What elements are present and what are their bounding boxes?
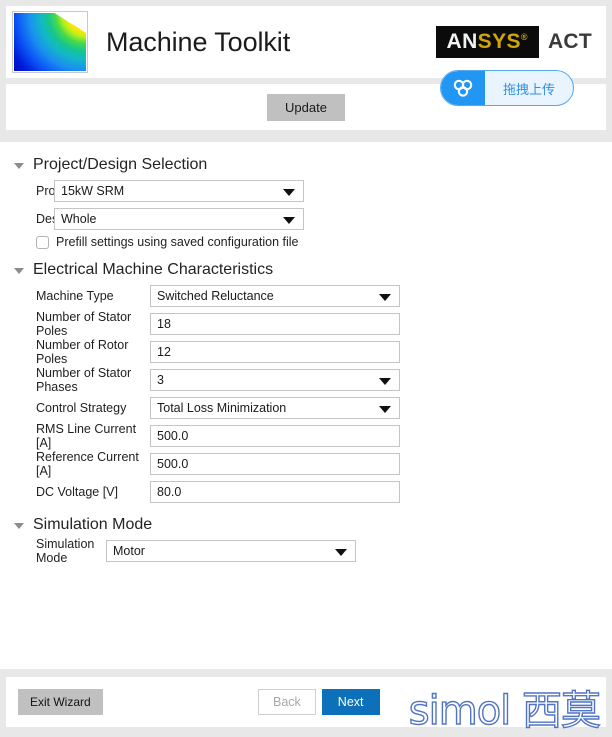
- label-reference-current: Reference Current [A]: [36, 449, 139, 478]
- ansys-logo: ANSYS®: [435, 26, 539, 58]
- wizard-footer: Exit Wizard Back Next simol 西莫: [6, 677, 606, 732]
- label-rms-line-current: RMS Line Current [A]: [36, 421, 137, 450]
- input-dc-voltage[interactable]: 80.0: [150, 480, 400, 503]
- input-rms-line-current-value: 500.0: [157, 428, 189, 443]
- input-number-of-stator-poles[interactable]: 18: [150, 312, 400, 335]
- act-label: ACT: [547, 30, 592, 53]
- next-button[interactable]: Next: [321, 689, 380, 715]
- cloud-upload-icon: [441, 71, 485, 105]
- upload-button-label: 拖拽上传: [502, 82, 555, 98]
- dropdown-simulation-mode-value: Motor: [113, 543, 145, 558]
- contour-plot-thumbnail-icon: [12, 11, 88, 73]
- section-title: Simulation Mode: [33, 516, 153, 533]
- dropdown-simulation-mode[interactable]: Motor: [106, 539, 356, 562]
- form-row-rms-line-current: RMS Line Current [A] 500.0: [0, 421, 612, 450]
- form-row-number-of-stator-phases: Number of Stator Phases 3: [0, 365, 612, 394]
- dropdown-machine-type-value: Switched Reluctance: [157, 288, 274, 303]
- section-title: Project/Design Selection: [33, 156, 208, 173]
- triangle-down-icon[interactable]: [14, 163, 24, 169]
- dropdown-design-value: Whole: [61, 211, 97, 226]
- update-button[interactable]: Update: [267, 93, 345, 121]
- dropdown-design[interactable]: Whole: [54, 207, 304, 230]
- section-header-electrical-machine-characteristics[interactable]: Electrical Machine Characteristics: [0, 261, 612, 279]
- dropdown-machine-type[interactable]: Switched Reluctance: [150, 284, 400, 307]
- ansys-logo-trademark: ®: [520, 32, 528, 42]
- label-number-of-stator-poles: Number of Stator Poles: [36, 309, 132, 338]
- chevron-down-icon[interactable]: [283, 216, 295, 224]
- section-simulation-mode: Simulation Mode Simulation Mode Motor: [0, 516, 612, 565]
- label-design: Design: [0, 212, 75, 226]
- section-header-simulation-mode[interactable]: Simulation Mode: [0, 516, 612, 534]
- dropdown-number-of-stator-phases[interactable]: 3: [150, 368, 400, 391]
- chevron-down-icon[interactable]: [379, 405, 391, 413]
- form-row-design: Design Whole: [0, 206, 612, 231]
- exit-wizard-button[interactable]: Exit Wizard: [18, 689, 103, 715]
- form-row-dc-voltage: DC Voltage [V] 80.0: [0, 479, 612, 504]
- form-row-project: Project 15kW SRM: [0, 178, 612, 203]
- input-number-of-rotor-poles[interactable]: 12: [150, 340, 400, 363]
- chevron-down-icon[interactable]: [335, 548, 347, 556]
- simol-watermark: simol 西莫: [408, 688, 602, 734]
- form-row-number-of-stator-poles: Number of Stator Poles 18: [0, 309, 612, 338]
- chevron-down-icon[interactable]: [379, 293, 391, 301]
- label-number-of-stator-phases: Number of Stator Phases: [36, 365, 132, 394]
- input-number-of-stator-poles-value: 18: [157, 316, 171, 331]
- input-rms-line-current[interactable]: 500.0: [150, 424, 400, 447]
- form-row-machine-type: Machine Type Switched Reluctance: [0, 283, 612, 308]
- section-electrical-machine-characteristics: Electrical Machine Characteristics Machi…: [0, 261, 612, 504]
- footer-spacer: [0, 669, 612, 677]
- section-title: Electrical Machine Characteristics: [33, 261, 274, 278]
- triangle-down-icon[interactable]: [14, 268, 24, 274]
- dropdown-number-of-stator-phases-value: 3: [157, 372, 164, 387]
- dropdown-control-strategy[interactable]: Total Loss Minimization: [150, 396, 400, 419]
- drag-drop-upload-button[interactable]: 拖拽上传: [440, 70, 574, 106]
- wizard-form-content: Project/Design Selection Project 15kW SR…: [0, 142, 612, 669]
- dropdown-project[interactable]: 15kW SRM: [54, 179, 304, 202]
- form-row-number-of-rotor-poles: Number of Rotor Poles 12: [0, 337, 612, 366]
- form-row-reference-current: Reference Current [A] 500.0: [0, 449, 612, 478]
- prefill-settings-checkbox-row[interactable]: Prefill settings using saved configurati…: [0, 235, 612, 249]
- page-title: Machine Toolkit: [106, 26, 291, 57]
- wizard-navigation: Back Next: [258, 689, 380, 715]
- section-project-design-selection: Project/Design Selection Project 15kW SR…: [0, 156, 612, 249]
- dropdown-project-value: 15kW SRM: [61, 183, 125, 198]
- form-row-simulation-mode: Simulation Mode Motor: [0, 536, 612, 565]
- label-number-of-rotor-poles: Number of Rotor Poles: [36, 337, 129, 366]
- dropdown-control-strategy-value: Total Loss Minimization: [157, 400, 287, 415]
- section-header-project-design-selection[interactable]: Project/Design Selection: [0, 156, 612, 174]
- ansys-logo-an: AN: [446, 30, 478, 53]
- label-control-strategy: Control Strategy: [36, 400, 127, 415]
- input-reference-current-value: 500.0: [157, 456, 189, 471]
- label-project: Project: [0, 184, 75, 198]
- triangle-down-icon[interactable]: [14, 523, 24, 529]
- label-simulation-mode: Simulation Mode: [36, 536, 95, 565]
- back-button[interactable]: Back: [258, 689, 316, 715]
- chevron-down-icon[interactable]: [283, 188, 295, 196]
- label-dc-voltage: DC Voltage [V]: [36, 484, 118, 499]
- input-dc-voltage-value: 80.0: [157, 484, 182, 499]
- prefill-settings-label: Prefill settings using saved configurati…: [56, 235, 299, 249]
- prefill-settings-checkbox[interactable]: [36, 235, 49, 249]
- input-number-of-rotor-poles-value: 12: [157, 344, 171, 359]
- label-machine-type: Machine Type: [36, 288, 114, 303]
- form-row-control-strategy: Control Strategy Total Loss Minimization: [0, 395, 612, 420]
- brand-block: ANSYS® ACT: [435, 26, 592, 58]
- input-reference-current[interactable]: 500.0: [150, 452, 400, 475]
- app-header: Machine Toolkit ANSYS® ACT: [6, 6, 606, 78]
- chevron-down-icon[interactable]: [379, 377, 391, 385]
- ansys-logo-sys: SYS: [477, 30, 521, 53]
